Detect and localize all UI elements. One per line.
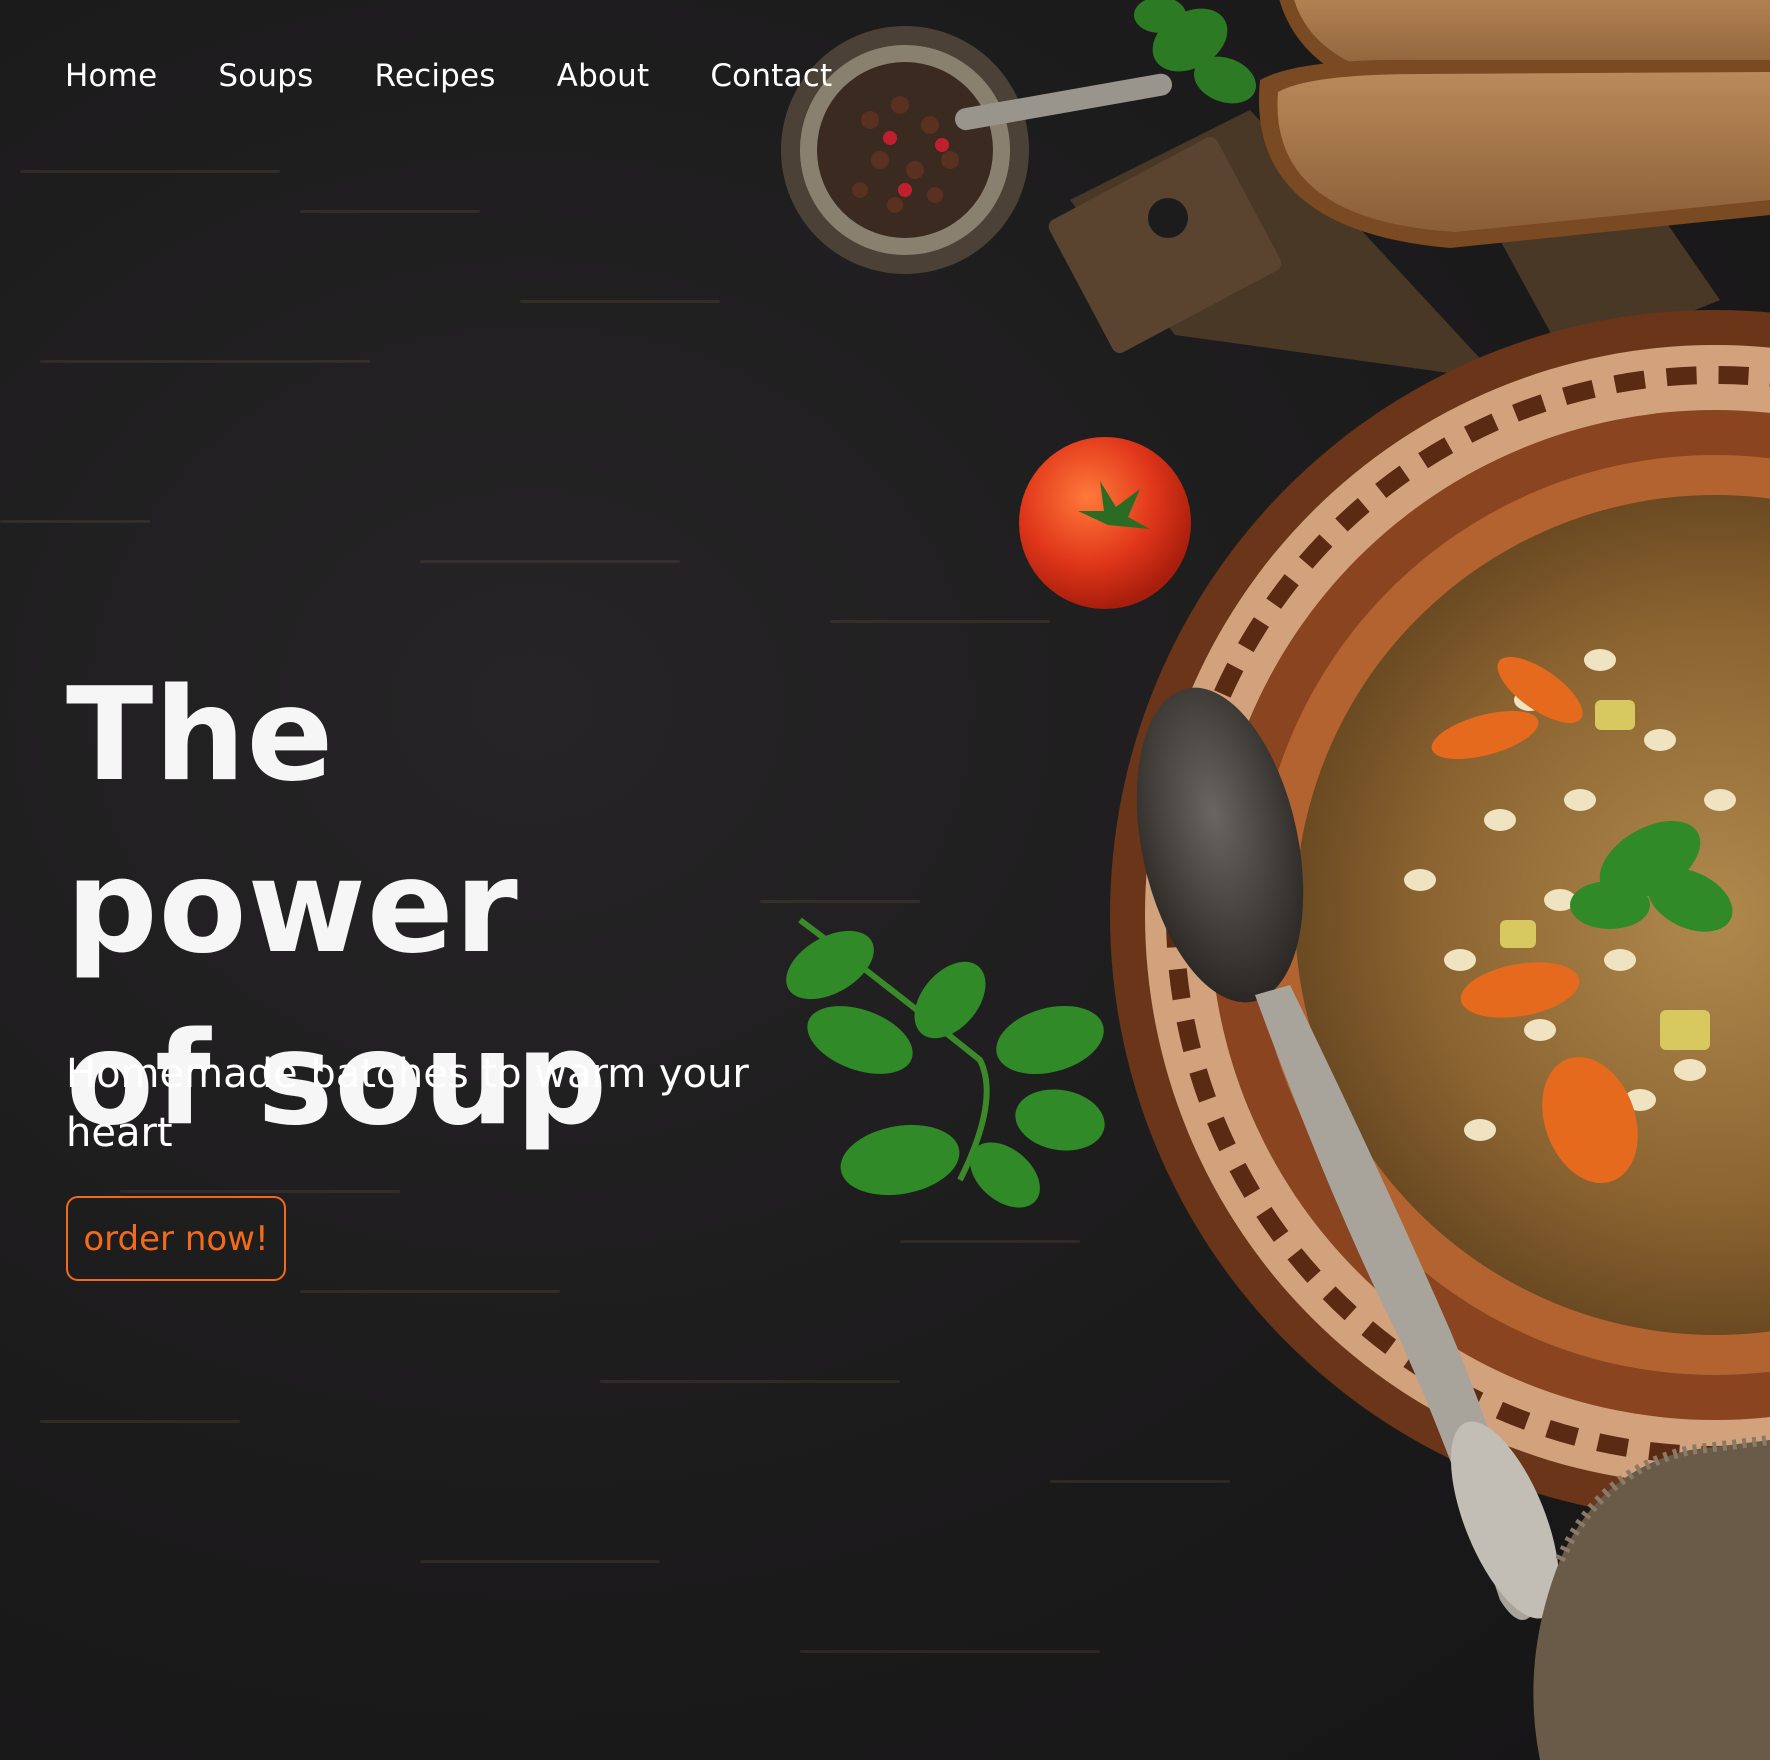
parsley-icon bbox=[786, 917, 1105, 1208]
nav-recipes-link[interactable]: Recipes bbox=[374, 58, 495, 94]
bread-slices-icon bbox=[1258, 0, 1770, 249]
order-now-button[interactable]: order now! bbox=[66, 1196, 286, 1281]
nav-contact-link[interactable]: Contact bbox=[710, 58, 832, 94]
hero-subheadline: Homemade batches to warm your heart bbox=[66, 1051, 749, 1156]
nav-about-link[interactable]: About bbox=[557, 58, 650, 94]
nav-soups-link[interactable]: Soups bbox=[218, 58, 313, 94]
tomato-icon bbox=[1019, 437, 1191, 609]
headline-line-1: The power bbox=[66, 661, 519, 982]
nav-home-link[interactable]: Home bbox=[65, 58, 157, 94]
hero-section: Home Soups Recipes About Contact The pow… bbox=[0, 0, 1770, 1760]
main-nav: Home Soups Recipes About Contact bbox=[65, 58, 893, 94]
